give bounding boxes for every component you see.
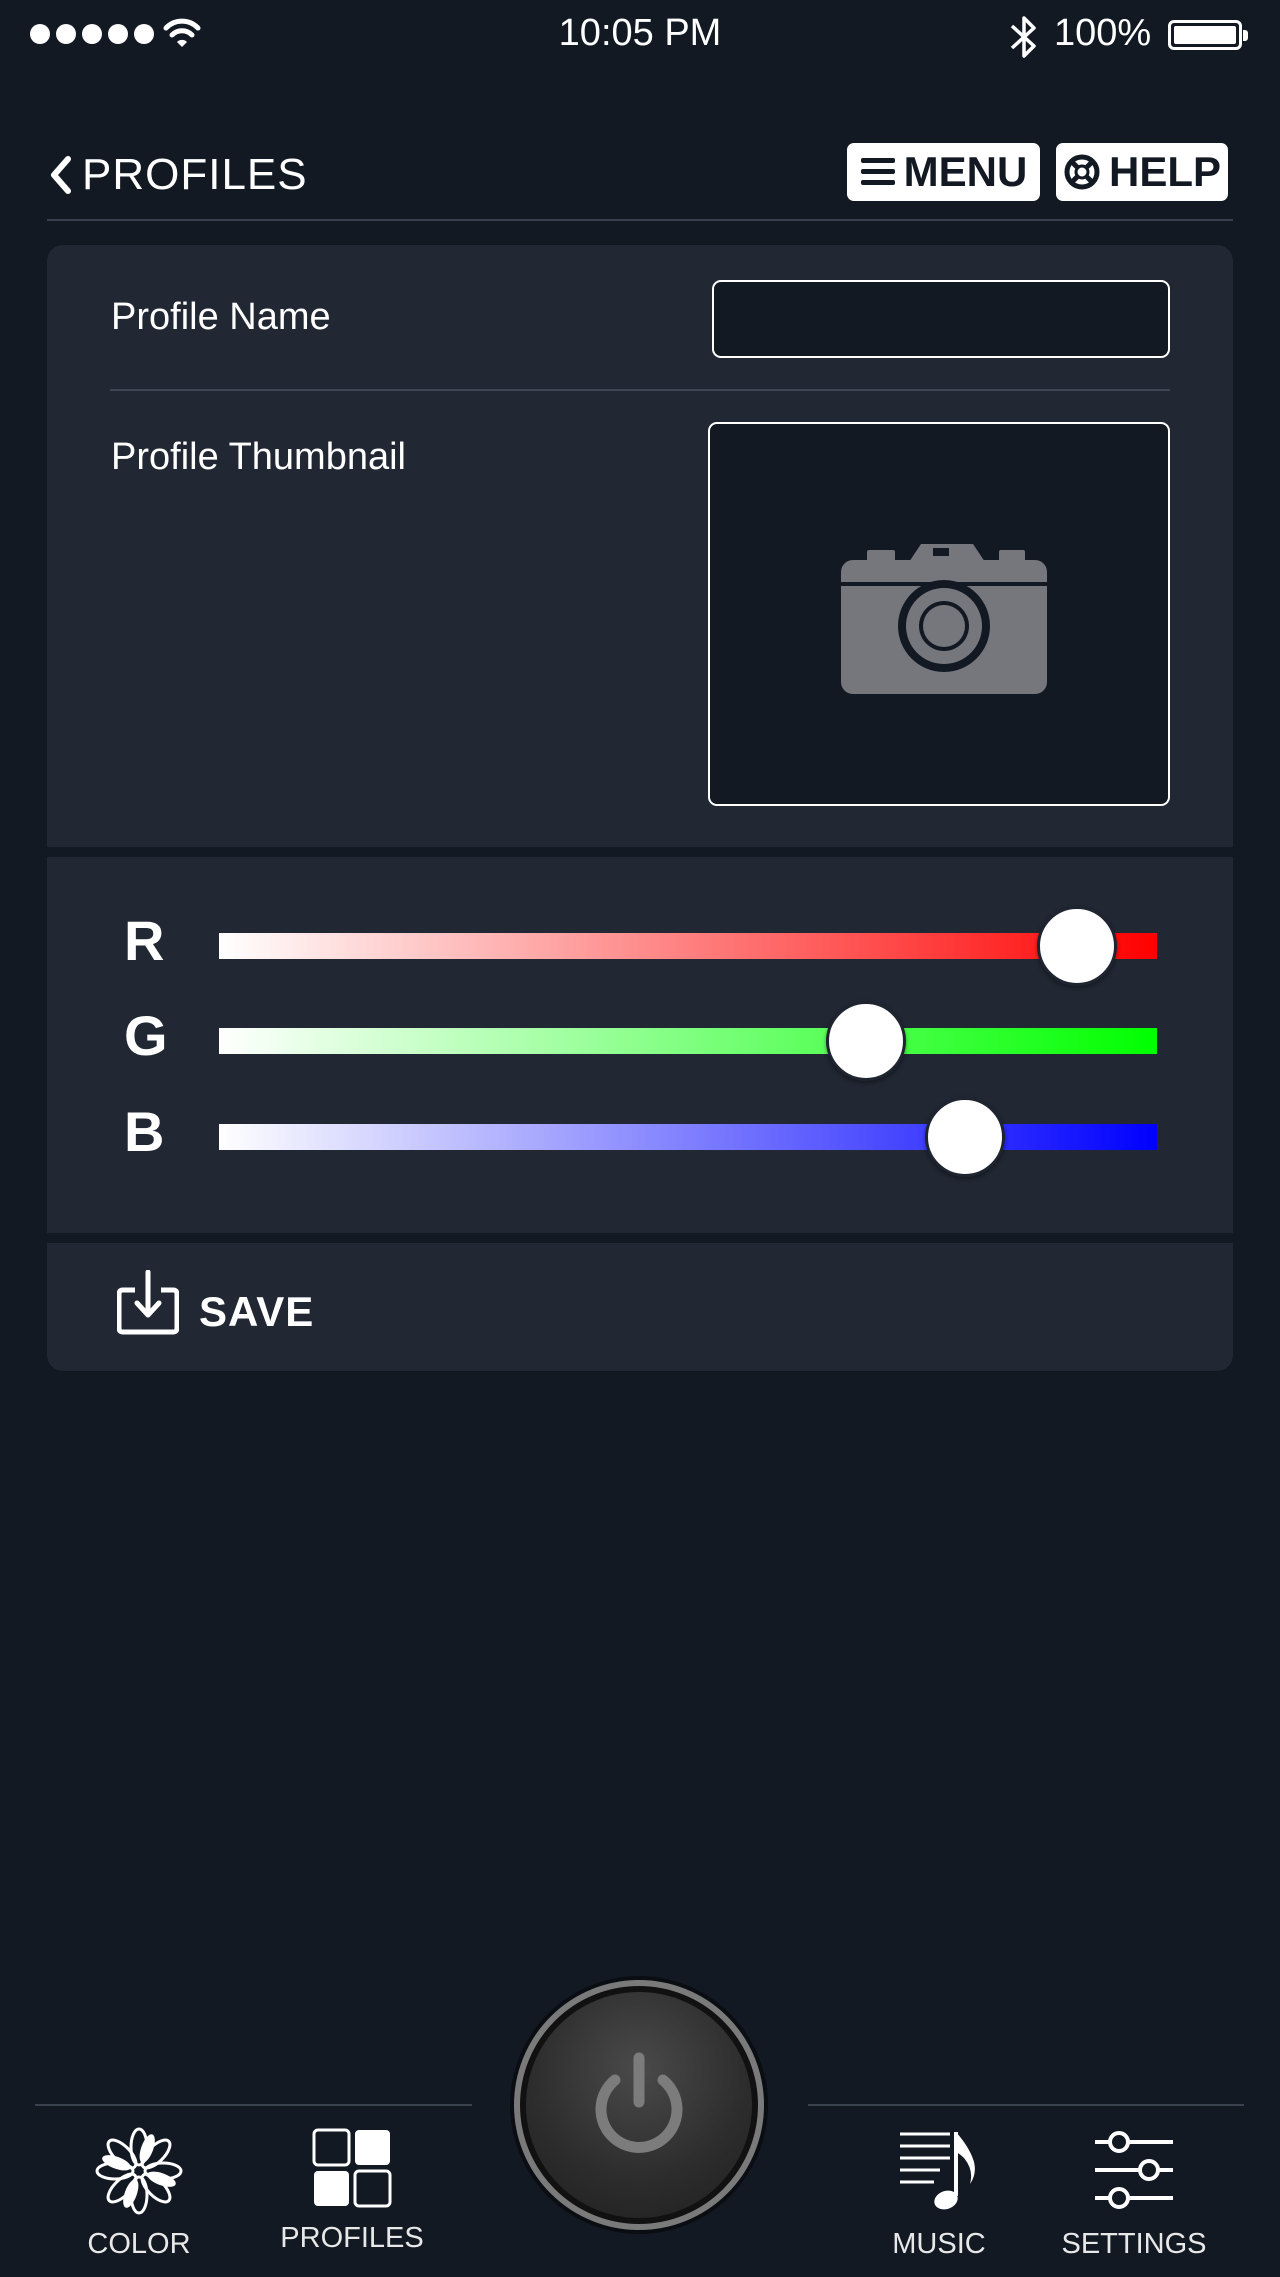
red-label: R (124, 909, 165, 972)
music-icon (900, 2132, 975, 2210)
save-icon (117, 1270, 179, 1335)
bluetooth-icon (1010, 16, 1036, 58)
header-divider (47, 219, 1233, 221)
back-button[interactable]: PROFILES (48, 150, 308, 200)
power-icon (595, 2052, 683, 2153)
nav-item-profiles[interactable]: PROFILES (252, 2126, 452, 2255)
menu-label: MENU (903, 148, 1028, 195)
nav-label-color: COLOR (87, 2228, 191, 2260)
save-label: SAVE (199, 1288, 315, 1335)
hamburger-icon (860, 158, 895, 185)
help-button[interactable]: HELP (1056, 143, 1228, 201)
nav-label-music: MUSIC (892, 2228, 986, 2260)
red-slider-knob[interactable] (1037, 906, 1118, 986)
blue-slider-knob[interactable] (924, 1097, 1005, 1177)
menu-button[interactable]: MENU (847, 143, 1040, 201)
sliders-icon (1095, 2131, 1173, 2209)
help-label: HELP (1108, 148, 1221, 195)
green-label: G (124, 1004, 168, 1067)
camera-icon (841, 544, 1047, 694)
profile-name-label: Profile Name (111, 296, 331, 338)
flower-icon (95, 2127, 183, 2215)
lifebuoy-icon (1064, 154, 1100, 190)
battery-percent: 100% (1054, 12, 1152, 54)
profile-thumbnail-picker[interactable] (708, 422, 1170, 806)
grid-icon (312, 2128, 392, 2208)
nav-item-settings[interactable]: SETTINGS (1034, 2126, 1234, 2261)
power-button[interactable] (514, 1980, 764, 2230)
nav-label-settings: SETTINGS (1061, 2228, 1207, 2260)
nav-item-color[interactable]: COLOR (39, 2126, 239, 2261)
status-bar: 10:05 PM 100% (0, 0, 1280, 72)
blue-label: B (124, 1100, 165, 1163)
battery-icon (1168, 20, 1248, 50)
red-slider-track[interactable] (219, 933, 1157, 959)
green-slider-track[interactable] (219, 1028, 1157, 1054)
nav-divider-right (808, 2104, 1244, 2106)
nav-item-music[interactable]: MUSIC (839, 2126, 1039, 2261)
profile-name-input[interactable] (712, 280, 1170, 358)
green-slider-knob[interactable] (826, 1001, 907, 1081)
chevron-left-icon (51, 156, 71, 194)
blue-slider-track[interactable] (219, 1124, 1157, 1150)
panel-divider (110, 389, 1170, 391)
nav-label-profiles: PROFILES (280, 2222, 424, 2254)
back-label: PROFILES (82, 150, 308, 199)
profile-thumbnail-label: Profile Thumbnail (111, 436, 407, 478)
nav-divider-left (35, 2104, 472, 2106)
